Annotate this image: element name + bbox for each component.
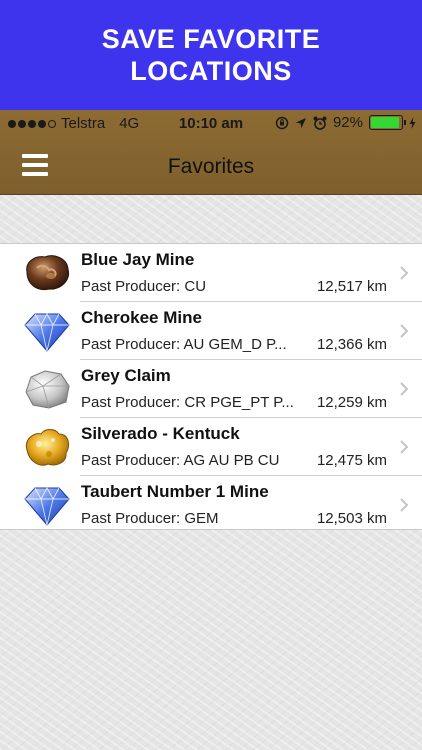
blue-gem-icon — [21, 308, 73, 354]
navigation-bar: Telstra 4G 10:10 am 92% Favorites — [0, 110, 422, 195]
producer-status: Past Producer: GEM — [81, 510, 219, 527]
blue-gem-icon — [21, 482, 73, 528]
producer-status: Past Producer: AG AU PB CU — [81, 452, 280, 469]
phone-screen: Telstra 4G 10:10 am 92% Favorites Blue J… — [0, 110, 422, 750]
favorite-row[interactable]: Blue Jay Mine Past Producer: CU 12,517 km — [0, 244, 422, 302]
banner-line-2: LOCATIONS — [130, 56, 292, 86]
producer-status: Past Producer: CU — [81, 278, 207, 295]
battery-icon — [369, 115, 406, 130]
location-name: Cherokee Mine — [81, 308, 202, 327]
distance-label: 12,503 km — [316, 510, 387, 527]
chevron-right-icon — [400, 324, 409, 338]
promo-banner: SAVE FAVORITE LOCATIONS — [0, 0, 422, 110]
banner-line-1: SAVE FAVORITE — [101, 24, 321, 54]
gold-nugget-icon — [21, 424, 73, 470]
chevron-right-icon — [400, 266, 409, 280]
location-arrow-icon — [295, 117, 306, 128]
chevron-right-icon — [400, 382, 409, 396]
silver-rock-icon — [21, 366, 73, 412]
location-name: Blue Jay Mine — [81, 250, 195, 269]
favorite-row[interactable]: Grey Claim Past Producer: CR PGE_PT P... 1… — [0, 360, 422, 418]
location-name: Silverado - Kentuck — [81, 424, 240, 443]
favorite-row[interactable]: Silverado - Kentuck Past Producer: AG AU … — [0, 418, 422, 476]
chevron-right-icon — [400, 440, 409, 454]
copper-nugget-icon — [21, 250, 73, 296]
favorites-list: Blue Jay Mine Past Producer: CU 12,517 km C… — [0, 243, 422, 530]
rotation-lock-icon — [275, 116, 289, 129]
status-bar: Telstra 4G 10:10 am 92% — [0, 110, 422, 138]
producer-status: Past Producer: AU GEM_D P... — [81, 336, 287, 353]
chevron-right-icon — [400, 498, 409, 512]
producer-status: Past Producer: CR PGE_PT P... — [81, 394, 294, 411]
status-icons: 92% — [275, 114, 416, 131]
distance-label: 12,475 km — [316, 452, 387, 469]
distance-label: 12,259 km — [316, 394, 387, 411]
location-name: Grey Claim — [81, 366, 171, 385]
location-name: Taubert Number 1 Mine — [81, 482, 269, 501]
distance-label: 12,517 km — [316, 278, 387, 295]
alarm-clock-icon — [313, 116, 327, 130]
charging-bolt-icon — [409, 116, 416, 129]
distance-label: 12,366 km — [316, 336, 387, 353]
favorite-row[interactable]: Taubert Number 1 Mine Past Producer: GEM 1… — [0, 476, 422, 534]
page-title: Favorites — [167, 155, 255, 178]
favorite-row[interactable]: Cherokee Mine Past Producer: AU GEM_D P..… — [0, 302, 422, 360]
battery-percent: 92% — [332, 114, 363, 131]
